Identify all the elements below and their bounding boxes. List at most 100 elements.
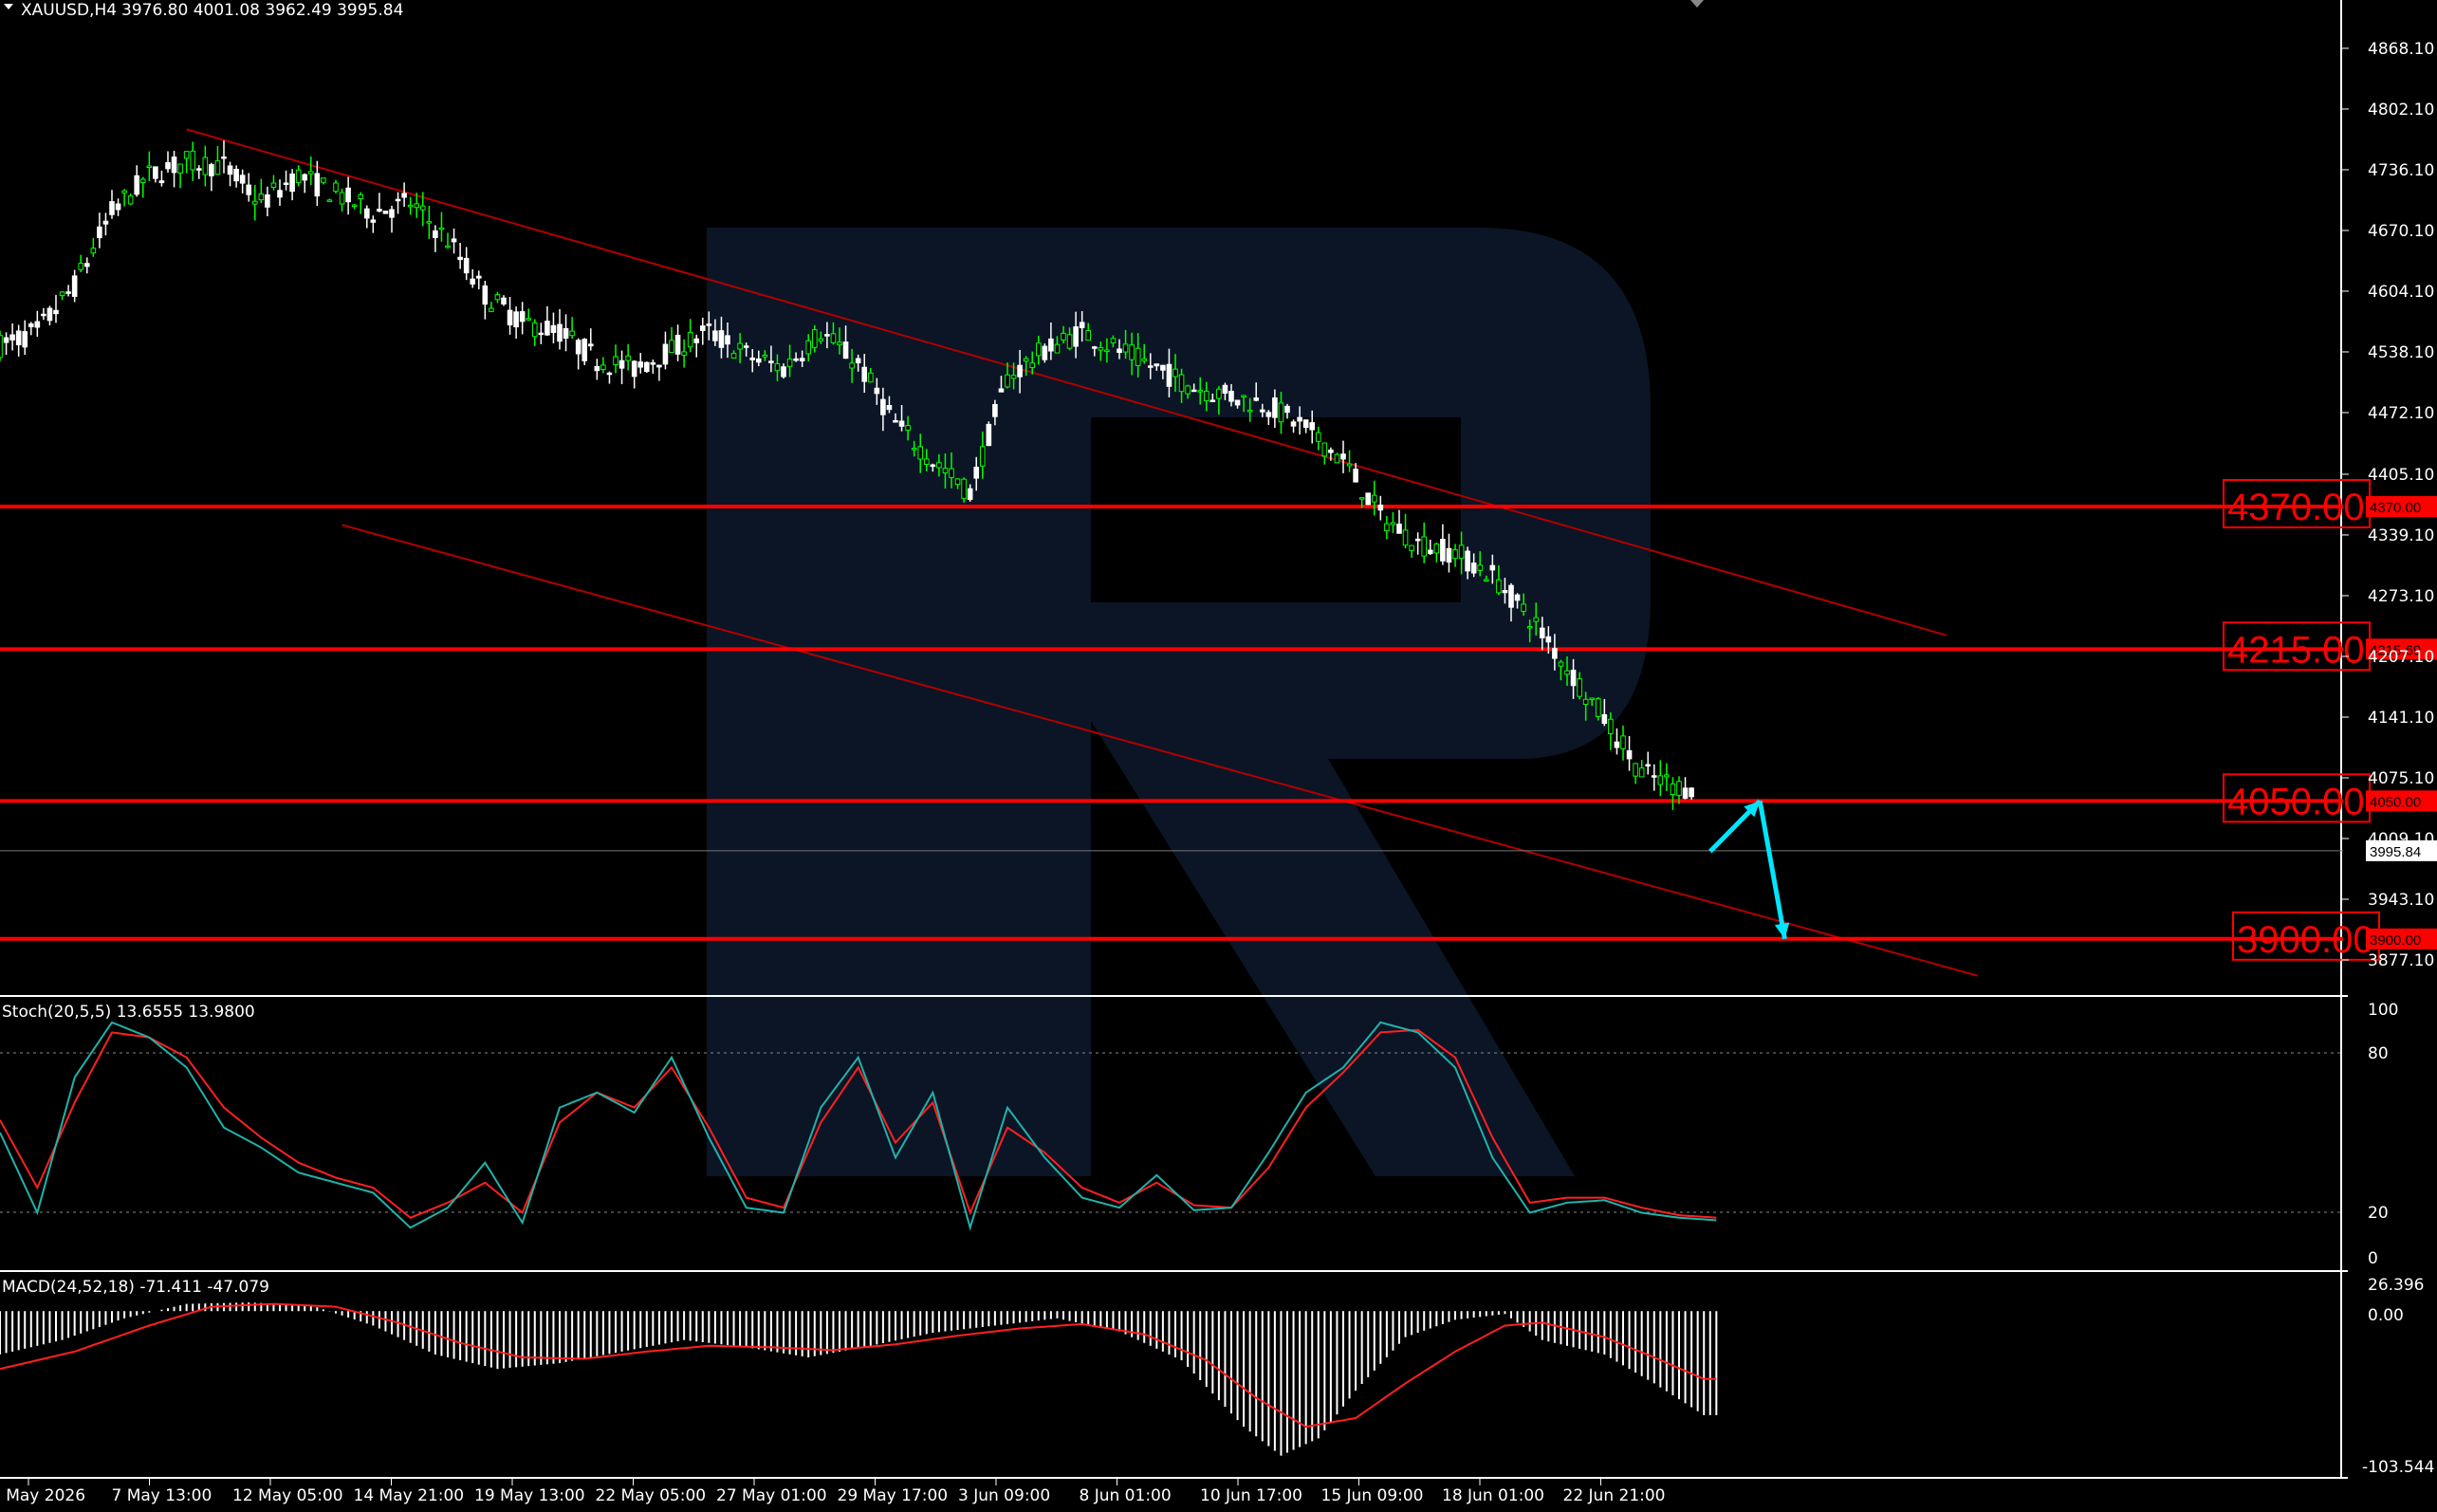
candle-body	[594, 365, 600, 372]
candle-body	[139, 178, 146, 183]
candle-body	[1589, 697, 1596, 700]
time-tick-label: 3 Jun 09:00	[958, 1486, 1050, 1505]
candle-body	[1321, 442, 1328, 457]
candle-body	[1577, 678, 1582, 697]
candle-body	[489, 307, 494, 312]
candle-body	[1297, 416, 1302, 422]
candle-body	[1085, 330, 1092, 341]
macd-label: MACD(24,52,18) -71.411 -47.079	[2, 1278, 269, 1297]
candle-body	[967, 488, 973, 500]
price-tick-label: 4009.10	[2368, 830, 2434, 849]
candle-body	[979, 446, 986, 467]
candle-body	[1508, 584, 1514, 608]
candle-body	[681, 351, 687, 356]
candle-body	[786, 359, 793, 367]
candle-body	[177, 163, 183, 174]
candle-body	[749, 357, 756, 360]
candle-body	[531, 322, 538, 338]
candle-body	[1558, 661, 1564, 667]
level-price-tag-text: 4050.00	[2370, 794, 2421, 810]
candle-body	[3, 337, 9, 343]
candle-body	[183, 151, 190, 159]
candle-body	[538, 332, 545, 336]
candle-body	[805, 340, 812, 355]
candle-body	[165, 162, 171, 170]
candle-body	[799, 358, 805, 361]
candle-body	[986, 423, 992, 447]
candle-body	[1334, 453, 1340, 464]
level-price-tag-text: 3900.00	[2370, 932, 2421, 949]
candle-body	[1582, 698, 1589, 705]
candle-body	[258, 194, 265, 201]
candle-body	[414, 203, 420, 209]
candle-body	[1079, 322, 1085, 328]
candle-body	[992, 403, 998, 417]
chart-canvas[interactable]: 4370.00 4370.004215.00 4215.694050.00 4050.…	[0, 0, 2437, 1508]
candle-body	[494, 294, 501, 301]
candle-body	[1278, 402, 1284, 423]
candle-body	[83, 263, 90, 267]
candle-body	[1521, 603, 1526, 612]
candle-body	[302, 174, 308, 181]
candle-body	[637, 361, 644, 368]
candle-body	[1135, 347, 1141, 366]
price-tick-label: 3877.10	[2368, 951, 2434, 970]
candle-body	[15, 330, 22, 346]
candle-body	[526, 318, 532, 321]
candle-body	[71, 275, 78, 297]
ohlc-values: 3976.80 4001.08 3962.49 3995.84	[121, 1, 403, 20]
stoch-axis-80: 80	[2368, 1044, 2389, 1063]
candle-body	[737, 342, 743, 350]
candle-body	[905, 425, 911, 431]
candle-body	[277, 190, 283, 198]
level-price-tag-text: 4370.00	[2370, 500, 2421, 516]
candle-body	[1409, 544, 1414, 551]
candle-body	[295, 169, 302, 183]
candle-body	[214, 160, 221, 175]
candle-body	[725, 335, 730, 345]
candle-body	[239, 175, 246, 184]
candle-body	[463, 257, 470, 274]
candle-body	[1340, 453, 1346, 460]
candle-body	[407, 204, 414, 208]
trendline-lower	[342, 524, 1978, 977]
candle-body	[339, 192, 345, 205]
candle-body	[283, 182, 289, 186]
price-tick-label: 4075.10	[2368, 769, 2434, 788]
level-label: 4370.00	[2227, 487, 2365, 528]
candle-body	[818, 338, 824, 341]
candle-body	[1166, 363, 1172, 387]
candle-body	[849, 362, 855, 369]
price-tick-label: 4802.10	[2368, 101, 2434, 120]
candle-body	[1421, 536, 1428, 557]
candle-body	[65, 291, 71, 294]
price-tick-label: 4405.10	[2368, 466, 2434, 485]
candle-body	[1222, 384, 1228, 395]
chart-window[interactable]: 4370.00 4370.00 4215.00 4215.69 4050.00 4050.…	[0, 0, 2437, 1508]
dropdown-arrow-icon[interactable]	[4, 4, 13, 9]
candle-body	[1122, 343, 1129, 353]
candle-body	[1141, 358, 1148, 361]
candle-body	[9, 334, 15, 341]
candle-body	[1284, 405, 1290, 414]
candle-body	[28, 323, 34, 327]
candle-body	[1209, 399, 1216, 402]
price-tick-label: 4207.10	[2368, 648, 2434, 667]
level-label: 3900.00	[2237, 919, 2374, 961]
time-tick-label: 27 May 01:00	[716, 1486, 827, 1505]
candle-body	[1061, 332, 1066, 341]
candle-body	[289, 173, 295, 193]
candle-body	[1533, 617, 1540, 622]
candle-body	[1172, 368, 1178, 378]
candle-body	[90, 248, 97, 254]
candle-body	[699, 325, 706, 331]
candle-body	[1614, 741, 1620, 748]
scroll-marker-icon	[1690, 0, 1704, 8]
candle-body	[314, 173, 321, 197]
macd-indicator	[0, 1302, 1718, 1456]
time-tick-label: 29 May 17:00	[838, 1486, 949, 1505]
candle-body	[265, 194, 270, 208]
candle-body	[202, 157, 209, 175]
candle-body	[774, 363, 781, 372]
candle-body	[1676, 781, 1682, 796]
